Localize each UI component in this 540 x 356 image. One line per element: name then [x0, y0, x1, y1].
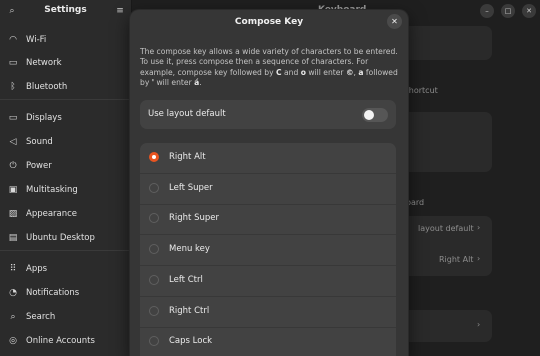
sidebar-item-wi-fi[interactable]: ◠ Wi-Fi: [0, 28, 131, 51]
chevron-right-icon: ›: [477, 320, 481, 329]
sidebar-item-bluetooth[interactable]: ᛒ Bluetooth: [0, 75, 131, 98]
option-label: Right Ctrl: [169, 305, 210, 316]
sidebar-item-sound[interactable]: ◁ Sound: [0, 130, 131, 153]
apps-icon: ⠿: [9, 263, 17, 274]
sidebar-item-label: Power: [26, 160, 52, 171]
compose-key-value[interactable]: Right Alt: [439, 255, 473, 264]
sidebar-item-label: Bluetooth: [26, 81, 68, 92]
compose-key-dialog: Compose Key ✕ The compose key allows a w…: [130, 10, 408, 356]
appearance-icon: ▨: [8, 208, 18, 219]
radio-button[interactable]: [149, 152, 159, 162]
option-right-alt[interactable]: Right Alt: [140, 143, 396, 174]
option-label: Left Ctrl: [169, 274, 203, 285]
window-close-button[interactable]: ✕: [522, 4, 536, 18]
sidebar-item-label: Displays: [26, 112, 62, 123]
radio-button[interactable]: [149, 305, 159, 316]
radio-button[interactable]: [149, 182, 159, 193]
sidebar-item-label: Network: [26, 57, 62, 68]
sidebar-item-label: Multitasking: [26, 184, 78, 195]
option-left-super[interactable]: Left Super: [140, 174, 396, 205]
option-left-ctrl[interactable]: Left Ctrl: [140, 266, 396, 297]
settings-sidebar: ⌕ Settings ≡ ◠ Wi-Fi ▭ Network ᛒ Bluetooth ▭ Di…: [0, 0, 132, 356]
radio-button[interactable]: [149, 244, 159, 255]
chevron-right-icon: ›: [477, 254, 481, 263]
sidebar-item-label: Search: [26, 311, 56, 322]
hamburger-menu-icon[interactable]: ≡: [114, 5, 126, 18]
multitasking-icon: ▣: [8, 184, 18, 195]
sidebar-title: Settings: [44, 5, 87, 15]
search-icon: ⌕: [10, 311, 16, 322]
option-right-ctrl[interactable]: Right Ctrl: [140, 297, 396, 328]
bell-icon: ◔: [9, 287, 17, 298]
sidebar-item-label: Ubuntu Desktop: [26, 232, 95, 243]
radio-button[interactable]: [149, 213, 159, 224]
option-label: Right Alt: [169, 152, 206, 162]
maximize-button[interactable]: □: [501, 4, 515, 18]
ubuntu-desktop-icon: ▤: [8, 232, 18, 243]
compose-key-options: Right Alt Left Super Right Super Menu key Le…: [140, 143, 396, 356]
dialog-title: Compose Key: [234, 17, 304, 27]
option-label: Right Super: [169, 213, 219, 224]
option-label: Left Super: [169, 182, 213, 193]
switch-knob: [364, 110, 374, 120]
option-right-super[interactable]: Right Super: [140, 204, 396, 236]
sidebar-item-displays[interactable]: ▭ Displays: [0, 106, 131, 129]
sidebar-item-label: Notifications: [26, 287, 80, 298]
sidebar-item-online-accounts[interactable]: ◎ Online Accounts: [0, 329, 131, 352]
power-icon: ⏻: [9, 160, 17, 171]
online-accounts-icon: ◎: [9, 335, 17, 346]
sound-icon: ◁: [9, 136, 17, 147]
toggle-label: Use layout default: [148, 109, 226, 119]
use-layout-default-switch[interactable]: [362, 108, 388, 122]
sidebar-item-search[interactable]: ⌕ Search: [0, 305, 131, 328]
sidebar-item-label: Sound: [26, 136, 53, 147]
sidebar-item-label: Online Accounts: [26, 335, 95, 346]
sidebar-item-power[interactable]: ⏻ Power: [0, 154, 131, 177]
sidebar-item-appearance[interactable]: ▨ Appearance: [0, 202, 131, 225]
alternate-chars-value[interactable]: layout default: [418, 224, 474, 233]
bluetooth-icon: ᛒ: [10, 81, 16, 92]
wifi-icon: ◠: [9, 34, 17, 45]
minimize-button[interactable]: –: [480, 4, 494, 18]
sidebar-item-label: Wi-Fi: [26, 34, 47, 45]
sidebar-item-label: Apps: [26, 263, 48, 274]
network-icon: ▭: [8, 57, 18, 68]
sidebar-header: ⌕ Settings ≡: [0, 0, 131, 23]
option-caps-lock[interactable]: Caps Lock: [140, 327, 396, 356]
radio-button[interactable]: [149, 274, 159, 285]
radio-button[interactable]: [149, 336, 159, 347]
option-menu-key[interactable]: Menu key: [140, 235, 396, 267]
sidebar-item-apps[interactable]: ⠿ Apps: [0, 257, 131, 280]
sidebar-divider: [0, 250, 131, 251]
dialog-description: The compose key allows a wide variety of…: [140, 47, 398, 87]
sidebar-item-notifications[interactable]: ◔ Notifications: [0, 281, 131, 304]
sidebar-item-multitasking[interactable]: ▣ Multitasking: [0, 178, 131, 201]
sidebar-divider: [0, 99, 131, 100]
option-label: Menu key: [169, 244, 210, 255]
sidebar-item-ubuntu-desktop[interactable]: ▤ Ubuntu Desktop: [0, 226, 131, 249]
chevron-right-icon: ›: [477, 223, 481, 232]
sidebar-item-label: Appearance: [26, 208, 78, 219]
option-label: Caps Lock: [169, 336, 213, 347]
use-layout-default-row[interactable]: Use layout default: [140, 100, 396, 129]
close-icon[interactable]: ✕: [387, 14, 402, 29]
display-icon: ▭: [8, 112, 18, 123]
sidebar-item-network[interactable]: ▭ Network: [0, 51, 131, 74]
